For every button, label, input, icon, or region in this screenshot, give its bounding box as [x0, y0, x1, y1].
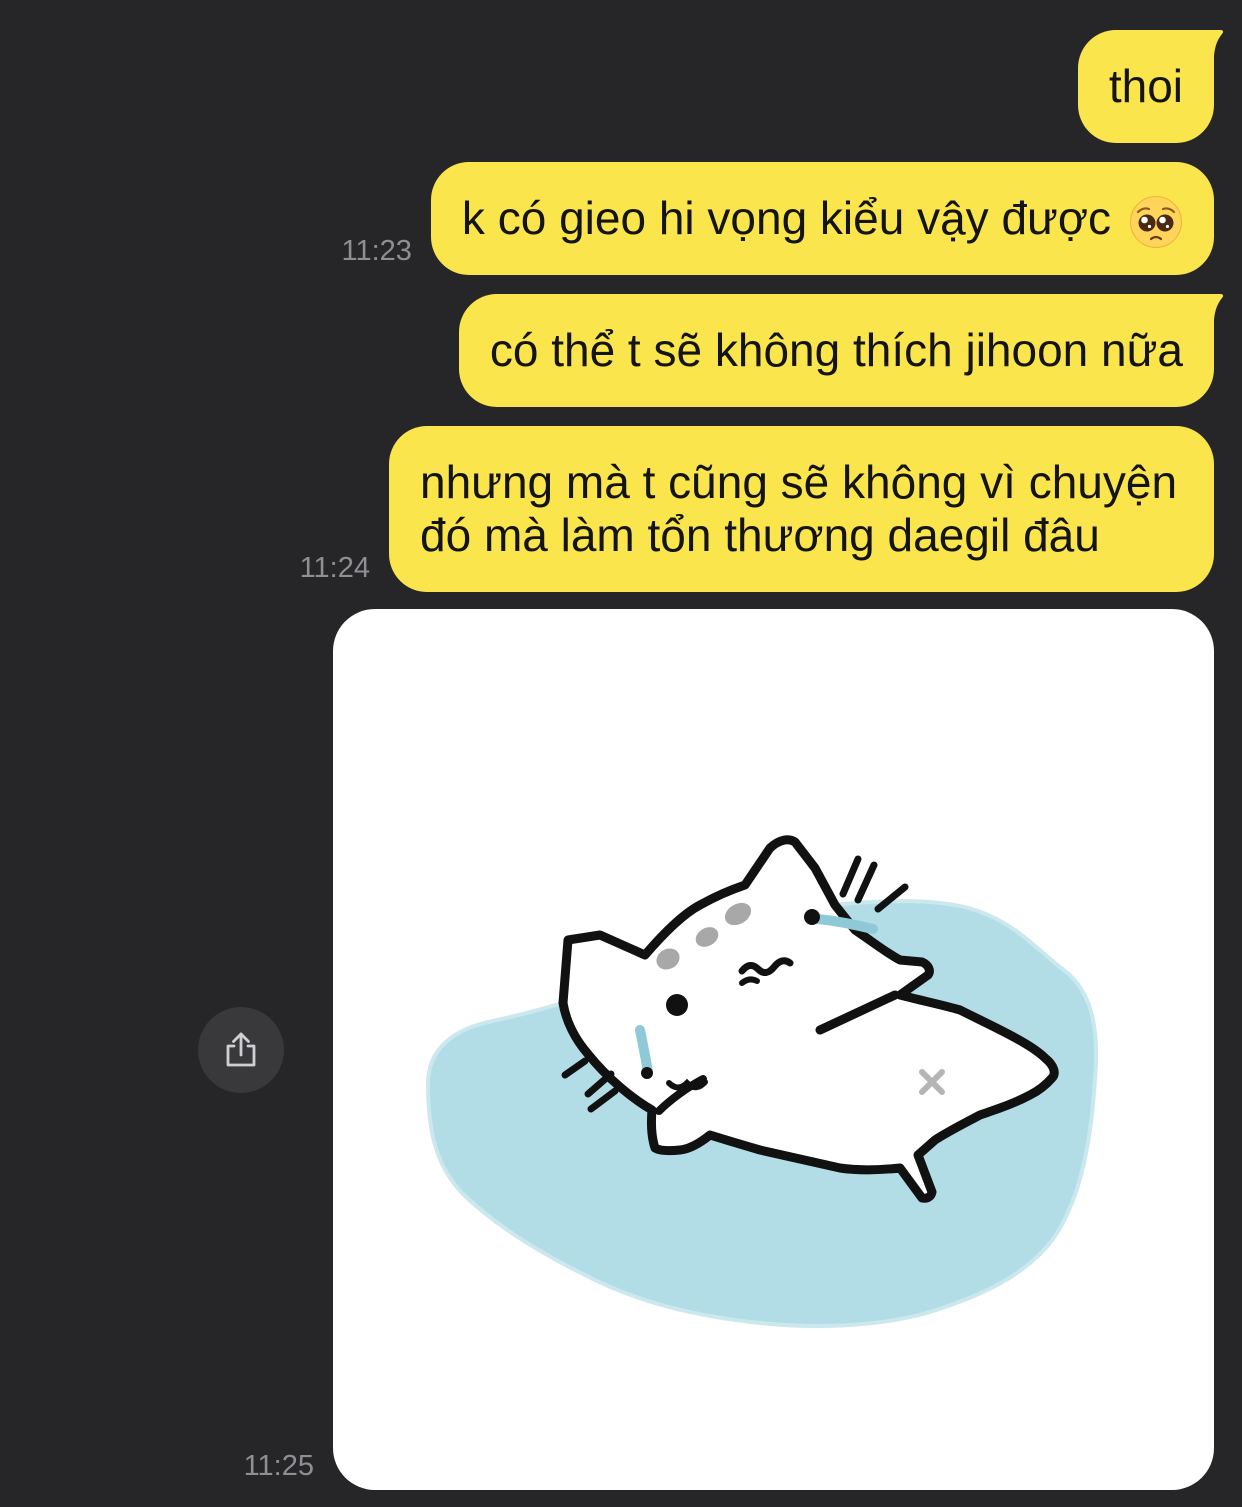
cat-eye-small: [804, 909, 820, 925]
message-row: có thể t sẽ không thích jihoon nữa: [0, 294, 1224, 407]
message-bubble[interactable]: k có gieo hi vọng kiểu vậy được: [430, 162, 1214, 275]
message-row: thoi: [0, 30, 1224, 143]
message-timestamp: 11:25: [243, 1450, 314, 1482]
cat-eye-closed-lower: [739, 976, 760, 986]
pleading-face-icon: [1130, 195, 1182, 248]
cat-eye-open: [666, 994, 688, 1016]
message-timestamp: 11:23: [341, 235, 412, 267]
cat-tear-drop: [641, 1067, 653, 1079]
image-bubble[interactable]: [333, 609, 1214, 1490]
share-icon: [226, 1032, 256, 1066]
message-bubble[interactable]: thoi: [1077, 30, 1224, 143]
message-bubble[interactable]: nhưng mà t cũng sẽ không vì chuyện đó mà…: [389, 426, 1214, 592]
message-row: 11:25: [0, 609, 1214, 1490]
message-timestamp: 11:24: [299, 552, 370, 584]
message-text: thoi: [1108, 60, 1183, 112]
message-bubble[interactable]: có thể t sẽ không thích jihoon nữa: [458, 294, 1224, 407]
message-row: 11:24 nhưng mà t cũng sẽ không vì chuyện…: [0, 426, 1214, 592]
message-text: nhưng mà t cũng sẽ không vì chuyện đó mà…: [420, 456, 1178, 561]
share-button[interactable]: [198, 1006, 284, 1093]
image-message: [198, 609, 1214, 1490]
cat-sticker-icon: [425, 835, 1099, 1328]
message-text: có thể t sẽ không thích jihoon nữa: [489, 324, 1183, 376]
chat-view[interactable]: thoi 11:23 k có gieo hi vọng kiểu vậy đư…: [0, 0, 1242, 1507]
bubble-tail: [1202, 294, 1224, 320]
bubble-tail: [1202, 30, 1224, 56]
message-row: 11:23 k có gieo hi vọng kiểu vậy được: [0, 162, 1214, 275]
message-text: k có gieo hi vọng kiểu vậy được: [461, 192, 1111, 244]
